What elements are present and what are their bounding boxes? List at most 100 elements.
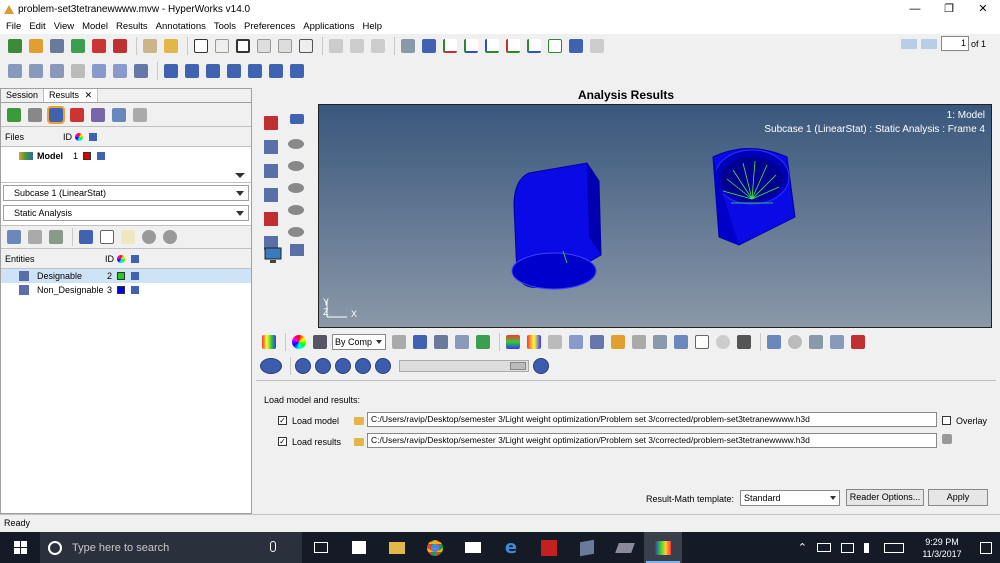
axis-xy-icon[interactable] <box>441 37 459 55</box>
component-icon[interactable] <box>26 106 44 124</box>
end-icon[interactable] <box>375 358 391 374</box>
report-icon[interactable] <box>849 333 867 351</box>
open-model-icon[interactable] <box>27 37 45 55</box>
page-layout-icon[interactable] <box>234 37 252 55</box>
load-model-checkbox[interactable]: ✓ <box>278 416 287 425</box>
chrome-icon[interactable] <box>416 532 454 563</box>
filter-icon[interactable] <box>47 228 65 246</box>
display-mode-icon[interactable] <box>77 228 95 246</box>
tab-results[interactable]: Results ✕ <box>44 89 99 102</box>
task-view-icon[interactable] <box>302 532 340 563</box>
overlay-checkbox[interactable] <box>942 416 951 425</box>
query-icon[interactable] <box>630 333 648 351</box>
tensor-icon[interactable] <box>588 333 606 351</box>
clock[interactable]: 9:29 PM 11/3/2017 <box>912 536 972 560</box>
save-icon[interactable] <box>48 37 66 55</box>
window-layout-icon[interactable] <box>255 37 273 55</box>
contour-icon[interactable] <box>260 333 278 351</box>
paste-icon[interactable] <box>369 37 387 55</box>
menu-model[interactable]: Model <box>78 21 112 32</box>
window-options-icon[interactable] <box>588 37 606 55</box>
cut-plane-icon[interactable] <box>807 333 825 351</box>
load-results-folder-icon[interactable] <box>354 438 364 446</box>
graphics-viewport[interactable]: 1: Model Subcase 1 (LinearStat) : Static… <box>318 104 992 328</box>
color-wheel-icon[interactable] <box>290 333 308 351</box>
show-hide-icon[interactable] <box>140 228 158 246</box>
view-top-icon[interactable] <box>246 62 264 80</box>
iso-icon[interactable] <box>525 333 543 351</box>
copy-icon[interactable] <box>348 37 366 55</box>
folder-icon[interactable] <box>162 37 180 55</box>
menu-annotations[interactable]: Annotations <box>152 21 210 32</box>
menu-help[interactable]: Help <box>359 21 387 32</box>
add-result-icon[interactable] <box>68 106 86 124</box>
menu-file[interactable]: File <box>2 21 25 32</box>
network-icon[interactable] <box>841 542 854 553</box>
delete-page-icon[interactable] <box>213 37 231 55</box>
slider-handle[interactable] <box>510 362 526 370</box>
menu-applications[interactable]: Applications <box>299 21 358 32</box>
translate-x-icon[interactable] <box>90 62 108 80</box>
notes-icon[interactable] <box>693 333 711 351</box>
model-display-icon[interactable] <box>97 152 105 160</box>
add-page-icon[interactable] <box>192 37 210 55</box>
swap-window-icon[interactable] <box>276 37 294 55</box>
cube-icon[interactable] <box>311 333 329 351</box>
entity-color[interactable] <box>117 286 125 294</box>
cut-icon[interactable] <box>327 37 345 55</box>
model-color[interactable] <box>83 152 91 160</box>
menu-tools[interactable]: Tools <box>210 21 240 32</box>
file-explorer-icon[interactable] <box>378 532 416 563</box>
animation-slider[interactable] <box>399 360 529 372</box>
collapse-all-icon[interactable] <box>26 228 44 246</box>
taskbar-search[interactable]: Type here to search <box>40 532 302 563</box>
pan-hand-icon[interactable] <box>69 62 87 80</box>
deform-icon[interactable] <box>546 333 564 351</box>
hide-icon[interactable] <box>161 228 179 246</box>
side-toolbar-icons[interactable] <box>260 104 316 264</box>
open-session-icon[interactable] <box>6 37 24 55</box>
animation-settings-icon[interactable] <box>533 358 549 374</box>
apply-button[interactable]: Apply <box>928 489 988 506</box>
select-cursor-icon[interactable] <box>98 228 116 246</box>
probe-icon[interactable] <box>651 333 669 351</box>
monitor-icon[interactable] <box>264 246 284 266</box>
search-icon[interactable] <box>714 333 732 351</box>
close-button[interactable]: ✕ <box>966 0 1000 18</box>
mesh-mode-icon[interactable] <box>390 333 408 351</box>
vector-icon[interactable] <box>567 333 585 351</box>
display-icon[interactable] <box>47 105 65 124</box>
menu-view[interactable]: View <box>50 21 78 32</box>
step-forward-icon[interactable] <box>355 358 371 374</box>
load-results-checkbox[interactable]: ✓ <box>278 437 287 446</box>
view-front-icon[interactable] <box>162 62 180 80</box>
shaded-mode-icon[interactable] <box>411 333 429 351</box>
feature-lines-icon[interactable] <box>432 333 450 351</box>
id-column[interactable]: ID <box>63 132 75 142</box>
fit-icon[interactable] <box>6 62 24 80</box>
sets-icon[interactable] <box>89 106 107 124</box>
marker-icon[interactable] <box>609 333 627 351</box>
volume-icon[interactable] <box>864 542 874 553</box>
axis-yz-icon[interactable] <box>525 37 543 55</box>
results-options-icon[interactable] <box>940 432 958 450</box>
axis-yx-icon[interactable] <box>504 37 522 55</box>
notifications-icon[interactable] <box>980 541 992 554</box>
tracking-icon[interactable] <box>765 333 783 351</box>
hypergraph-icon[interactable] <box>606 532 644 563</box>
subcase-select[interactable]: Subcase 1 (LinearStat) <box>3 185 249 201</box>
rotate-icon[interactable] <box>132 62 150 80</box>
rewind-icon[interactable] <box>295 358 311 374</box>
systems-icon[interactable] <box>110 106 128 124</box>
start-button[interactable] <box>0 532 40 563</box>
acrobat-icon[interactable] <box>530 532 568 563</box>
tab-close-icon[interactable]: ✕ <box>82 90 93 100</box>
entity-display-icon[interactable] <box>131 286 139 294</box>
legend-icon[interactable] <box>504 333 522 351</box>
microphone-icon[interactable] <box>270 541 276 552</box>
view-right-icon[interactable] <box>225 62 243 80</box>
load-model-folder-icon[interactable] <box>354 417 364 425</box>
load-model-icon[interactable] <box>5 106 23 124</box>
page-number-input[interactable]: 1 <box>940 36 969 51</box>
translate-y-icon[interactable] <box>111 62 129 80</box>
